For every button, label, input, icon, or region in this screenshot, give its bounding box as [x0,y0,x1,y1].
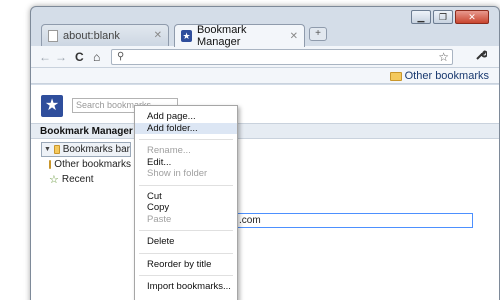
wrench-icon[interactable] [475,49,488,64]
menu-separator [139,139,233,140]
star-favicon-icon: ★ [181,30,192,42]
tree-item-recent[interactable]: ☆ Recent [41,172,131,187]
folder-icon [389,71,402,81]
page-title: Bookmark Manager [31,123,499,139]
menu-item-delete[interactable]: Delete [135,236,237,248]
menu-separator [139,275,233,276]
menu-item-cut[interactable]: Cut [135,191,237,203]
menu-item-paste: Paste [147,213,172,225]
expand-triangle-icon[interactable]: ▼ [44,146,51,153]
menu-item-import-bookmarks[interactable]: Import bookmarks... [135,281,237,293]
menu-item-add-folder[interactable]: Add folder... [135,122,237,134]
tree-item-label: Bookmarks bar [62,144,130,155]
menu-item-edit[interactable]: Edit... [135,157,237,169]
tab-bookmark-manager[interactable]: ★ Bookmark Manager ✕ [174,24,305,48]
tree-item-bookmarks-bar[interactable]: ▼ Bookmarks bar [41,142,131,157]
menu-item-rename: Rename... [147,145,191,156]
tree-item-label: Recent [61,174,94,185]
menu-item-reorder-by-title[interactable]: Reorder by title [135,259,237,271]
toolbar: ← → C ⌂ ⚲ ☆ [31,46,499,68]
home-icon[interactable]: ⌂ [93,50,100,64]
folder-tree: ▼ Bookmarks bar Other bookmarks ☆ Recent [41,142,131,187]
maximize-button[interactable]: ❐ [433,10,453,24]
tab-title: Bookmark Manager [196,24,247,48]
close-window-button[interactable]: ✕ [455,10,489,24]
tree-item-other-bookmarks[interactable]: Other bookmarks [41,157,131,172]
menu-separator [139,230,233,231]
page-icon [48,29,58,42]
context-menu: Add page... Add folder... Rename... Edit...… [134,105,238,300]
wrench-icon-svg [476,50,488,60]
forward-arrow-icon[interactable]: → [55,50,67,64]
window-controls: ▁ ❐ ✕ [411,10,489,24]
bookmark-manager-logo: ★ [41,95,63,117]
browser-window: ▁ ❐ ✕ about:blank ✕ ★ Bookmark Manager ✕… [30,6,500,300]
other-bookmarks-label: Other bookmarks [404,70,489,82]
close-tab-icon[interactable]: ✕ [290,31,298,42]
bookmarks-bar: Other bookmarks [31,68,499,84]
other-bookmarks-button[interactable]: Other bookmarks [389,70,489,82]
minimize-button[interactable]: ▁ [411,10,431,24]
menu-item-add-page[interactable]: Add page... [135,111,237,123]
close-tab-icon[interactable]: ✕ [154,30,162,41]
bookmark-manager-page: ★ Search bookmarks Bookmark Manager ▼ Bo… [31,85,499,300]
reload-icon[interactable]: C [75,50,84,64]
menu-separator [139,252,233,254]
menu-item-show-in-folder: Show in folder [147,168,208,179]
new-tab-button[interactable]: + [309,27,327,41]
folder-icon [49,160,52,169]
tree-item-label: Other bookmarks [54,159,131,170]
bookmark-star-icon[interactable]: ☆ [438,50,449,64]
back-arrow-icon[interactable]: ← [39,50,51,64]
tab-title: about:blank [63,29,120,42]
omnibox-input[interactable]: ⚲ ☆ [111,49,453,65]
menu-separator [139,184,233,186]
menu-item-copy[interactable]: Copy [135,202,237,214]
star-outline-icon: ☆ [49,174,59,186]
tab-about-blank[interactable]: about:blank ✕ [41,24,169,46]
search-icon: ⚲ [117,51,125,62]
folder-icon [53,145,60,154]
url-edit-input[interactable]: .com [236,213,473,228]
